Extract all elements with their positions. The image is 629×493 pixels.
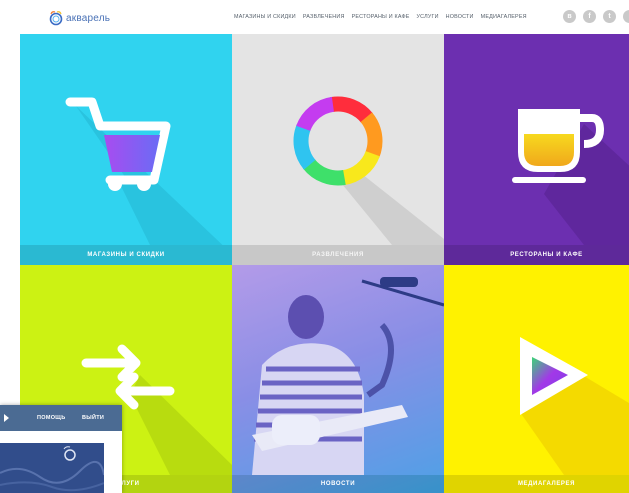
logo-text: акварель [66, 12, 111, 24]
rainbow-ring-icon [293, 96, 444, 245]
tile-shops[interactable]: магазины и скидки [20, 34, 232, 265]
tile-label: развлечения [232, 245, 444, 265]
facebook-icon[interactable]: f [583, 10, 596, 23]
play-arrow-icon[interactable] [4, 414, 9, 422]
tile-media[interactable]: медиагалерея [444, 265, 629, 493]
nav-item-shops[interactable]: магазины и скидки [234, 14, 296, 20]
tile-label: новости [232, 475, 444, 493]
vk-icon[interactable]: в [563, 10, 576, 23]
nav-item-restaurants[interactable]: рестораны и кафе [352, 14, 410, 20]
site-header: акварель магазины и скидки развлечения р… [0, 0, 629, 34]
logo-icon [48, 10, 64, 26]
exit-link[interactable]: выйти [82, 415, 104, 421]
main-nav: магазины и скидки развлечения рестораны … [234, 14, 527, 20]
coffee-cup-icon [512, 109, 629, 245]
instagram-icon[interactable]: i [623, 10, 629, 23]
preview-logo-icon [0, 446, 104, 492]
nav-item-services[interactable]: услуги [417, 14, 439, 20]
tile-label: рестораны и кафе [444, 245, 629, 265]
nav-item-media[interactable]: медиагалерея [481, 14, 527, 20]
tile-label: магазины и скидки [20, 245, 232, 265]
shopping-cart-icon [65, 97, 232, 245]
tile-restaurants[interactable]: рестораны и кафе [444, 34, 629, 265]
popup-preview-image [0, 443, 104, 493]
logo[interactable]: акварель [48, 9, 110, 27]
twitter-icon[interactable]: t [603, 10, 616, 23]
nav-item-news[interactable]: новости [446, 14, 474, 20]
nav-item-entertainment[interactable]: развлечения [303, 14, 345, 20]
help-link[interactable]: помощь [37, 415, 65, 421]
tile-entertainment[interactable]: развлечения [232, 34, 444, 265]
tile-news[interactable]: новости [232, 265, 444, 493]
social-links: в f t i [563, 10, 629, 23]
popup-toolbar: помощь выйти [0, 405, 122, 431]
play-icon [520, 337, 629, 475]
popup-window: помощь выйти [0, 405, 122, 493]
tile-label: медиагалерея [444, 475, 629, 493]
guitarist-photo [232, 265, 444, 475]
